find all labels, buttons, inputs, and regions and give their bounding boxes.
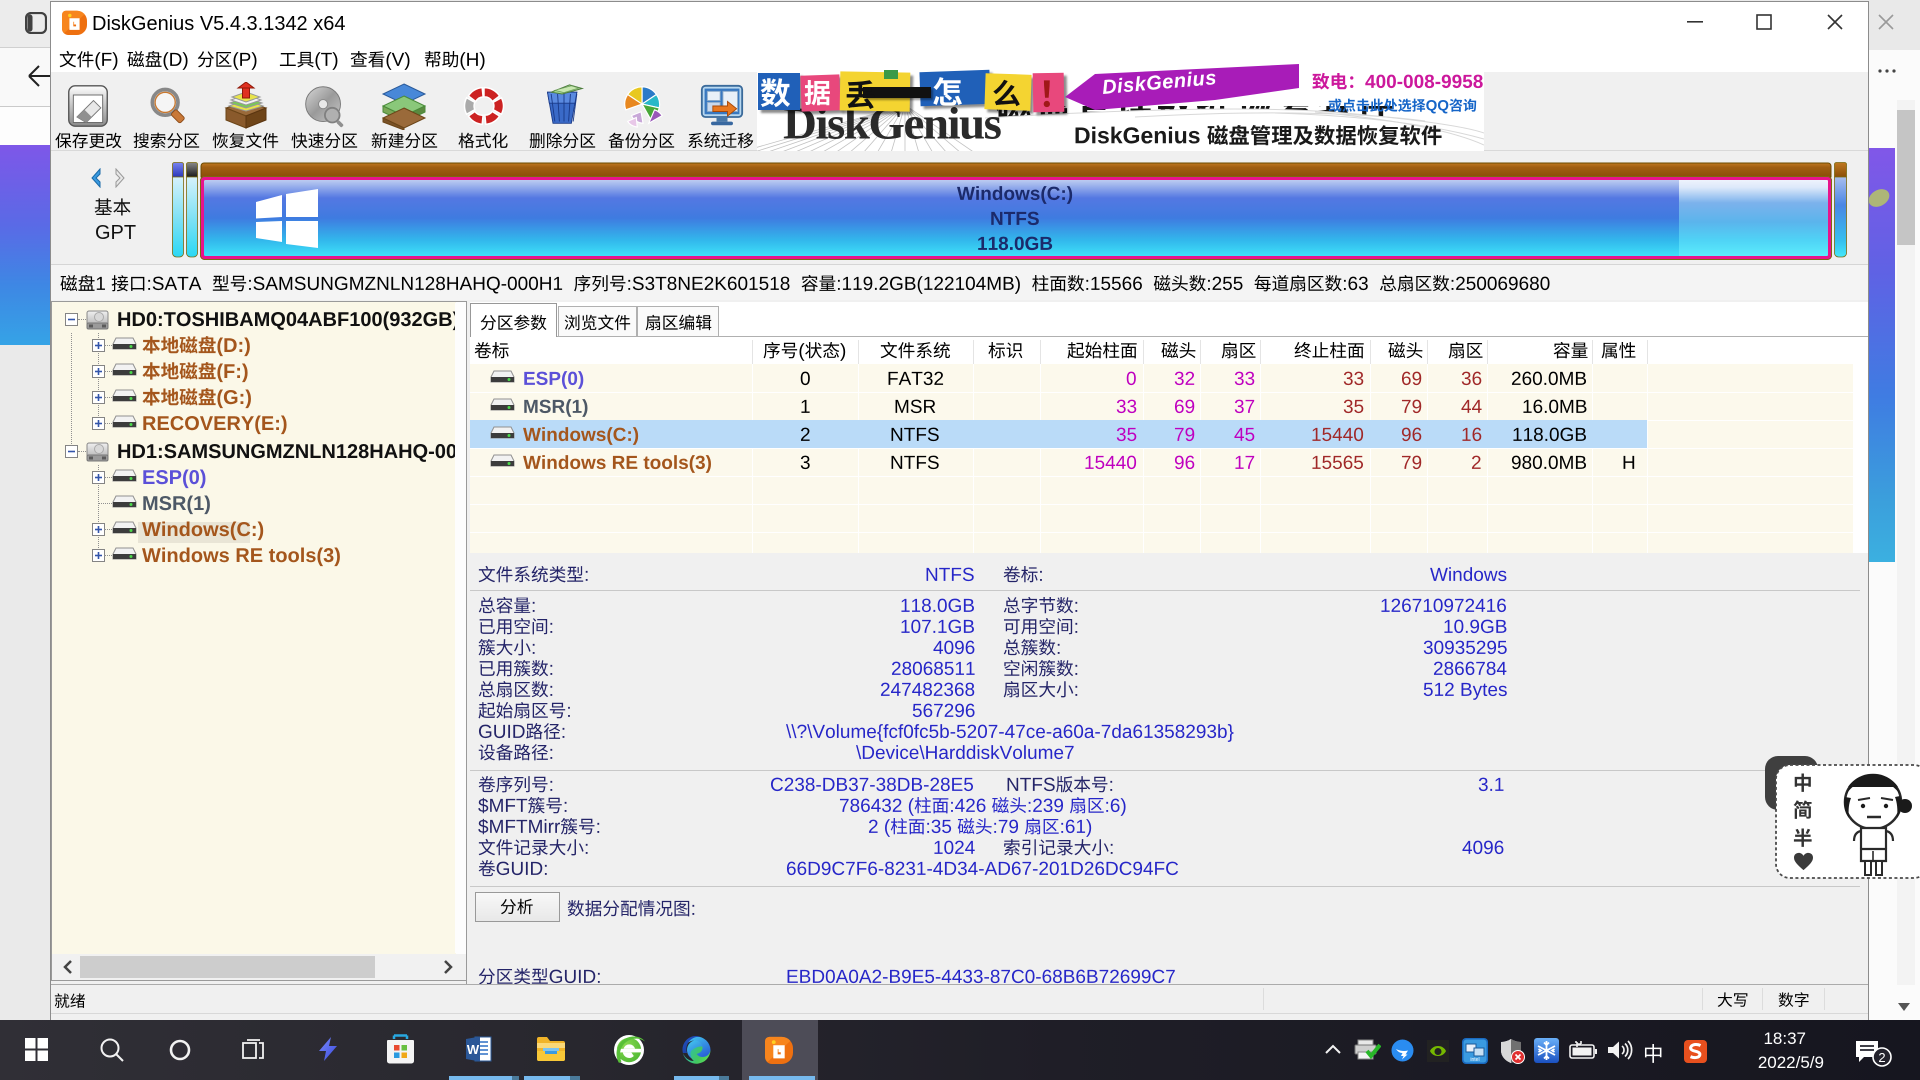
svg-text:2: 2	[1878, 1050, 1885, 1065]
svg-text:intel: intel	[1470, 1057, 1479, 1063]
svg-text:W: W	[467, 1042, 480, 1057]
